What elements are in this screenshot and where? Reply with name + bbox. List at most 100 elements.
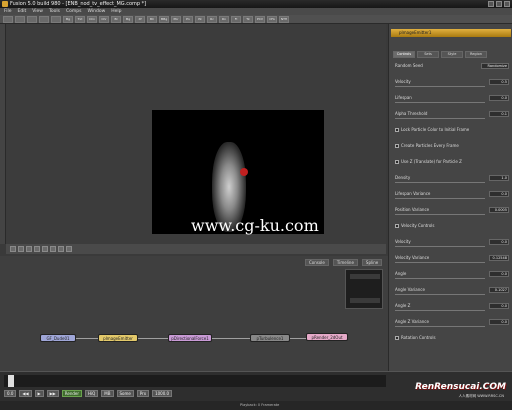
param-checkbox[interactable] [395,336,399,340]
tool-button-20[interactable]: Tk [243,16,253,23]
tool-button-13[interactable]: MBg [159,16,169,23]
param-value-field[interactable]: 1.0 [489,175,509,181]
param-value-field[interactable]: 0.1 [489,111,509,117]
param-value-field[interactable]: 0.0 [489,191,509,197]
current-frame-marker[interactable] [8,375,14,387]
hiq-button[interactable]: HiQ [85,390,99,397]
node-pturbulence[interactable]: pTurbulence1 [250,334,290,342]
tab-style[interactable]: Style [441,51,463,58]
tool-button-6[interactable]: Txt [75,16,85,23]
param-slider[interactable] [395,246,485,247]
grid-icon[interactable] [50,246,56,252]
render-button[interactable]: Render [61,390,83,397]
tab-region[interactable]: Region [465,51,487,58]
tool-button-15[interactable]: Pn [183,16,193,23]
zoom-icon[interactable] [10,246,16,252]
menu-view[interactable]: View [32,8,43,15]
tool-button-2[interactable] [27,16,37,23]
node-pdirectionalforce[interactable]: pDirectionalForce1 [168,334,212,342]
tool-button-10[interactable]: Mg [123,16,133,23]
param-checkbox[interactable] [395,160,399,164]
flow-navigator[interactable] [345,269,383,309]
mb-button[interactable]: MB [101,390,114,397]
param-value-field[interactable]: 0.5 [489,79,509,85]
menu-edit[interactable]: Edit [18,8,27,15]
time-ruler[interactable] [4,375,386,387]
param-value-field[interactable]: 0.12548 [489,255,509,261]
close-icon[interactable] [504,1,510,7]
maximize-icon[interactable] [496,1,502,7]
node-pimageemitter[interactable]: pImageEmitter [98,334,138,342]
tool-button-0[interactable] [3,16,13,23]
tool-button-8[interactable]: Chr [99,16,109,23]
param-value-field[interactable]: 0.1027 [489,287,509,293]
param-slider[interactable] [395,86,485,87]
tool-button-3[interactable] [39,16,49,23]
param-slider[interactable] [395,182,485,183]
tool-button-22[interactable]: CFA [267,16,277,23]
tool-button-4[interactable] [51,16,61,23]
tool-button-1[interactable] [15,16,25,23]
tab-timeline[interactable]: Timeline [332,259,358,266]
tab-spline[interactable]: Spline [361,259,383,266]
param-slider[interactable] [395,262,485,263]
roi-icon[interactable] [26,246,32,252]
panel-header[interactable]: pImageEmitter1 [391,29,511,37]
randomize-button[interactable]: Randomize [481,63,509,69]
tool-button-19[interactable]: Fl [231,16,241,23]
tool-button-17[interactable]: Rc [207,16,217,23]
param-slider[interactable] [395,294,485,295]
some-button[interactable]: Some [116,390,134,397]
tool-button-23[interactable]: NTH [279,16,289,23]
tool-button-12[interactable]: BC [147,16,157,23]
param-slider[interactable] [395,198,485,199]
param-value-field[interactable]: 0.0 [489,271,509,277]
prx-button[interactable]: Prx [136,390,150,397]
lut-icon[interactable] [42,246,48,252]
menu-window[interactable]: Window [88,8,106,15]
tool-button-5[interactable]: Bg [63,16,73,23]
forward-icon[interactable]: ▶▶ [46,390,59,397]
param-slider[interactable] [395,310,485,311]
param-checkbox[interactable] [395,144,399,148]
end-frame-field[interactable]: 1000.0 [152,390,173,397]
play-icon[interactable]: ▶ [34,390,44,397]
tool-button-16[interactable]: Pk [195,16,205,23]
tool-button-11[interactable]: Xf [135,16,145,23]
guides-icon[interactable] [58,246,64,252]
param-value-field[interactable]: 0.0 [489,239,509,245]
tab-controls[interactable]: Controls [393,51,415,58]
param-value-field[interactable]: 0.0005 [489,207,509,213]
param-checkbox[interactable] [395,128,399,132]
menu-help[interactable]: Help [111,8,121,15]
menu-file[interactable]: File [4,8,12,15]
node-gf-dude[interactable]: GF_Dude01 [40,334,76,342]
param-slider[interactable] [395,118,485,119]
param-value-field[interactable]: 0.0 [489,95,509,101]
start-frame-field[interactable]: 0.0 [4,390,17,397]
channel-icon[interactable] [34,246,40,252]
tool-button-7[interactable]: CCn [87,16,97,23]
param-slider[interactable] [395,102,485,103]
param-slider[interactable] [395,278,485,279]
param-slider[interactable] [395,326,485,327]
tool-button-21[interactable]: PCV [255,16,265,23]
param-checkbox[interactable] [395,224,399,228]
param-slider[interactable] [395,214,485,215]
tool-button-14[interactable]: Pbr [171,16,181,23]
tool-button-18[interactable]: Rn [219,16,229,23]
rewind-icon[interactable]: ◀◀ [19,390,32,397]
tool-button-9[interactable]: Bl [111,16,121,23]
minimize-icon[interactable] [488,1,494,7]
tab-console[interactable]: Console [305,259,329,266]
param-value-field[interactable]: 0.0 [489,303,509,309]
tab-sets[interactable]: Sets [417,51,439,58]
fit-icon[interactable] [18,246,24,252]
menu-comps[interactable]: Comps [66,8,81,15]
menu-tools[interactable]: Tools [49,8,60,15]
param-value-field[interactable]: 0.0 [489,319,509,325]
flow-editor[interactable]: Console Timeline Spline GF_Dude01 pImage… [0,256,388,371]
viewer-panel[interactable]: www.cg-ku.com ViewL1 [6,24,386,267]
node-prender[interactable]: pRender_2dOut [306,333,348,341]
checker-icon[interactable] [66,246,72,252]
